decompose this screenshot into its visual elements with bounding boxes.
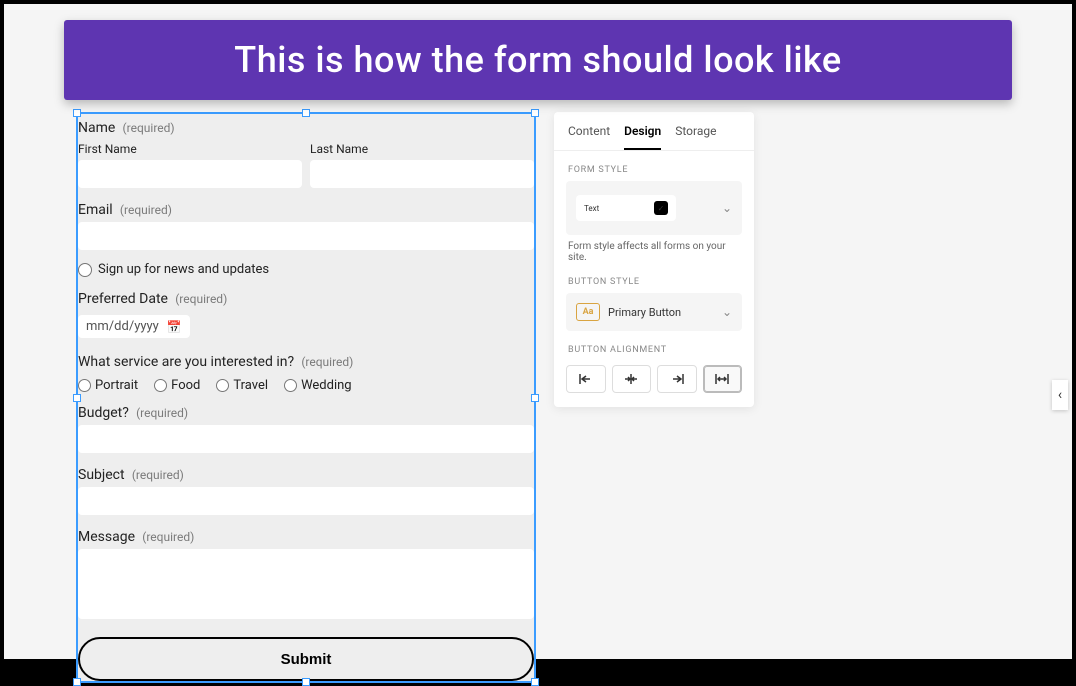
chevron-left-icon: ‹ (1058, 387, 1062, 403)
resize-handle[interactable] (531, 394, 539, 402)
preview-text: Text (584, 204, 599, 213)
button-style-section-label: BUTTON STYLE (554, 263, 754, 293)
form-style-preview: Text ✓ (576, 195, 676, 221)
button-style-selector[interactable]: Aa Primary Button ⌄ (566, 293, 742, 331)
subject-label: Subject (78, 467, 125, 483)
option-label: Portrait (95, 378, 138, 393)
first-name-label: First Name (78, 140, 302, 160)
required-indicator: (required) (132, 468, 184, 482)
collapse-panel-button[interactable]: ‹ (1052, 380, 1068, 410)
email-label: Email (78, 202, 113, 218)
resize-handle[interactable] (302, 678, 310, 686)
signup-label: Sign up for news and updates (98, 262, 269, 277)
first-name-input[interactable] (78, 160, 302, 188)
message-textarea[interactable] (78, 549, 534, 619)
option-label: Wedding (301, 378, 352, 393)
align-center-icon (624, 373, 638, 385)
option-label: Travel (233, 378, 268, 393)
align-justify-button[interactable] (703, 365, 743, 393)
align-left-icon (579, 373, 593, 385)
submit-button[interactable]: Submit (78, 637, 534, 681)
service-label: What service are you interested in? (78, 354, 294, 370)
resize-handle[interactable] (73, 109, 81, 117)
resize-handle[interactable] (531, 678, 539, 686)
resize-handle[interactable] (302, 109, 310, 117)
date-placeholder: mm/dd/yyyy (86, 319, 159, 334)
tab-design[interactable]: Design (624, 124, 661, 150)
button-style-value: Primary Button (608, 306, 681, 319)
align-right-icon (670, 373, 684, 385)
resize-handle[interactable] (73, 678, 81, 686)
budget-input[interactable] (78, 425, 534, 453)
date-input[interactable]: mm/dd/yyyy 📅 (78, 315, 190, 338)
calendar-icon: 📅 (167, 320, 182, 334)
service-option-wedding[interactable]: Wedding (284, 378, 352, 393)
required-indicator: (required) (142, 530, 194, 544)
required-indicator: (required) (120, 203, 172, 217)
message-label: Message (78, 529, 135, 545)
checkmark-icon: ✓ (654, 201, 668, 215)
date-label: Preferred Date (78, 291, 168, 307)
design-panel: Content Design Storage FORM STYLE Text ✓… (554, 112, 754, 407)
signup-radio[interactable] (78, 263, 92, 277)
subject-input[interactable] (78, 487, 534, 515)
form-style-hint: Form style affects all forms on your sit… (554, 235, 754, 263)
required-indicator: (required) (175, 292, 227, 306)
option-label: Food (171, 378, 200, 393)
align-right-button[interactable] (657, 365, 697, 393)
chevron-down-icon: ⌄ (722, 305, 732, 319)
resize-handle[interactable] (73, 394, 81, 402)
button-alignment-section-label: BUTTON ALIGNMENT (554, 331, 754, 361)
last-name-input[interactable] (310, 160, 534, 188)
form-style-selector[interactable]: Text ✓ ⌄ (566, 181, 742, 235)
tab-storage[interactable]: Storage (675, 124, 716, 150)
budget-label: Budget? (78, 405, 129, 421)
align-center-button[interactable] (612, 365, 652, 393)
required-indicator: (required) (136, 406, 188, 420)
required-indicator: (required) (123, 121, 175, 135)
align-justify-icon (715, 373, 729, 385)
service-option-portrait[interactable]: Portrait (78, 378, 138, 393)
service-option-food[interactable]: Food (154, 378, 200, 393)
tab-content[interactable]: Content (568, 124, 610, 150)
banner-title: This is how the form should look like (64, 20, 1012, 100)
name-label: Name (78, 120, 115, 136)
service-option-travel[interactable]: Travel (216, 378, 268, 393)
resize-handle[interactable] (531, 109, 539, 117)
text-style-icon: Aa (576, 303, 600, 321)
last-name-label: Last Name (310, 140, 534, 160)
align-left-button[interactable] (566, 365, 606, 393)
form-style-section-label: FORM STYLE (554, 151, 754, 181)
email-input[interactable] (78, 222, 534, 250)
required-indicator: (required) (301, 355, 353, 369)
chevron-down-icon: ⌄ (722, 201, 732, 215)
form-block[interactable]: Name (required) First Name Last Name Ema (76, 112, 536, 683)
